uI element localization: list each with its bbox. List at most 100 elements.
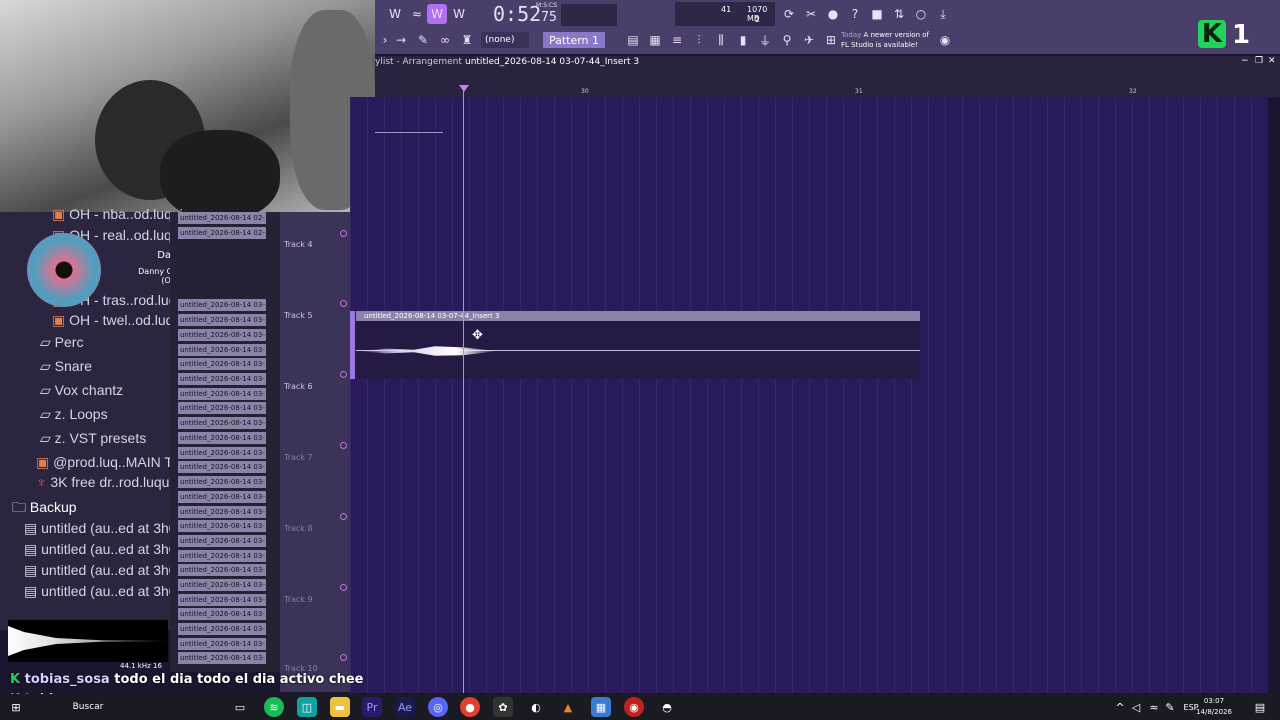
recording-file[interactable]: untitled_2026-08-14 03- <box>178 373 266 385</box>
playhead[interactable] <box>463 86 464 693</box>
mode-icon[interactable]: ≈ <box>407 4 427 24</box>
channel-rack-icon[interactable]: ≡ <box>667 30 687 50</box>
pattern-select[interactable]: Pattern 1 <box>543 32 605 48</box>
after-effects-icon[interactable]: Ae <box>395 697 415 717</box>
track-led[interactable] <box>340 513 347 520</box>
recording-file[interactable]: untitled_2026-08-14 03- <box>178 579 266 591</box>
recording-file[interactable]: untitled_2026-08-14 02- <box>178 212 266 224</box>
app-icon[interactable]: ◫ <box>297 697 317 717</box>
cart-icon[interactable]: ⊞ <box>821 30 841 50</box>
tool-icon[interactable]: ✈ <box>799 30 819 50</box>
browser-item[interactable]: ▣ OH - twel..od.luqui <box>52 312 184 329</box>
export-icon[interactable]: ⇅ <box>889 4 909 24</box>
recording-file[interactable]: untitled_2026-08-14 03- <box>178 358 266 370</box>
recording-file[interactable]: untitled_2026-08-14 03- <box>178 329 266 341</box>
file-explorer-icon[interactable]: ▬ <box>330 697 350 717</box>
recording-file[interactable]: untitled_2026-08-14 03- <box>178 432 266 444</box>
cut-icon[interactable]: ✂ <box>801 4 821 24</box>
playlist-icon[interactable]: ▤ <box>623 30 643 50</box>
help-icon[interactable]: ? <box>845 4 865 24</box>
browser-icon[interactable]: ▮ <box>733 30 753 50</box>
recording-file[interactable]: untitled_2026-08-14 03- <box>178 476 266 488</box>
start-icon[interactable]: ⊞ <box>6 697 26 717</box>
arrangement-name[interactable]: untitled_2026-08-14 03-07-44_Insert 3 <box>465 57 639 67</box>
track-led[interactable] <box>340 654 347 661</box>
folder-backup[interactable]: 🗀 Backup <box>12 497 77 521</box>
app-icon[interactable]: ◓ <box>657 697 677 717</box>
recording-file[interactable]: untitled_2026-08-14 03- <box>178 608 266 620</box>
track-name[interactable]: Track 5 <box>284 311 313 320</box>
folder-vox[interactable]: ▱ Vox chantz <box>40 382 123 399</box>
recording-file[interactable]: untitled_2026-08-14 03- <box>178 520 266 532</box>
recording-file[interactable]: untitled_2026-08-14 03- <box>178 564 266 576</box>
download-icon[interactable]: ⤓ <box>933 4 953 24</box>
chat-icon[interactable]: ○ <box>911 4 931 24</box>
search-box[interactable]: Buscar <box>58 697 118 717</box>
folder-perc[interactable]: ▱ Perc <box>40 334 83 351</box>
recording-file[interactable]: untitled_2026-08-14 03- <box>178 491 266 503</box>
clip-handle[interactable] <box>350 311 355 379</box>
recording-file[interactable]: untitled_2026-08-14 03- <box>178 417 266 429</box>
browser-item[interactable]: ▣ OH - nba..od.luqui <box>52 206 183 223</box>
fl-studio-icon[interactable]: ✿ <box>493 697 513 717</box>
recording-file[interactable]: untitled_2026-08-14 03- <box>178 299 266 311</box>
close-icon[interactable]: ✕ <box>1268 56 1276 66</box>
next-icon[interactable]: → <box>391 30 411 50</box>
discord-icon[interactable]: ◎ <box>428 697 448 717</box>
track-led[interactable] <box>340 371 347 378</box>
recording-file[interactable]: untitled_2026-08-14 03- <box>178 447 266 459</box>
link-icon[interactable]: ∞ <box>435 30 455 50</box>
mic-icon[interactable]: ● <box>823 4 843 24</box>
timeline-ruler[interactable]: 30 31 32 <box>375 69 1280 97</box>
recording-file[interactable]: untitled_2026-08-14 03- <box>178 388 266 400</box>
mixer-icon[interactable]: ⫶ <box>689 30 709 50</box>
recording-file[interactable]: untitled_2026-08-14 03- <box>178 535 266 547</box>
browser-item[interactable]: ▣ @prod.luq..MAIN TAG <box>36 454 192 471</box>
track-name[interactable]: Track 4 <box>284 240 313 249</box>
clock[interactable]: 03:07 14/8/2026 <box>1196 696 1232 718</box>
recording-file[interactable]: untitled_2026-08-14 03- <box>178 344 266 356</box>
minimize-icon[interactable]: − <box>1241 56 1249 66</box>
recording-file[interactable]: untitled_2026-08-14 03- <box>178 623 266 635</box>
recording-file[interactable]: untitled_2026-08-14 03- <box>178 314 266 326</box>
calculator-icon[interactable]: ▦ <box>591 697 611 717</box>
restore-icon[interactable]: ❐ <box>1255 56 1263 66</box>
plugin-icon[interactable]: ⫼ <box>711 30 731 50</box>
folder-loops[interactable]: ▱ z. Loops <box>40 406 108 423</box>
snap-select[interactable]: (none) <box>481 32 529 48</box>
obs-icon[interactable]: ◐ <box>526 697 546 717</box>
playlist-grid[interactable] <box>350 97 1268 693</box>
wand-icon[interactable]: ⚲ <box>777 30 797 50</box>
refresh-icon[interactable]: ⟳ <box>779 4 799 24</box>
recording-file[interactable]: untitled_2026-08-14 03- <box>178 461 266 473</box>
task-view-icon[interactable]: ▭ <box>230 697 250 717</box>
recording-file[interactable]: untitled_2026-08-14 03- <box>178 594 266 606</box>
recording-file[interactable]: untitled_2026-08-14 03- <box>178 638 266 650</box>
backup-file[interactable]: ▤ untitled (au..ed at 3h07) <box>24 520 189 537</box>
recording-file[interactable]: untitled_2026-08-14 02- <box>178 227 266 239</box>
save-icon[interactable]: ■ <box>867 4 887 24</box>
recording-file[interactable]: untitled_2026-08-14 03- <box>178 550 266 562</box>
loop-icon[interactable]: W <box>449 4 469 24</box>
backup-file[interactable]: ▤ untitled (au..ed at 3h04) <box>24 583 189 600</box>
audio-clip-header[interactable]: untitled_2026-08-14 03-07-44_Insert 3 <box>356 311 920 321</box>
premiere-icon[interactable]: Pr <box>362 697 382 717</box>
playhead-marker[interactable] <box>459 85 469 92</box>
backup-file[interactable]: ▤ untitled (au..ed at 3h05) <box>24 562 189 579</box>
piano-roll-icon[interactable]: ▦ <box>645 30 665 50</box>
plug-icon[interactable]: ⏚ <box>755 30 775 50</box>
track-name[interactable]: Track 7 <box>284 453 313 462</box>
vlc-icon[interactable]: ▲ <box>558 697 578 717</box>
track-name[interactable]: Track 9 <box>284 595 313 604</box>
recording-file[interactable]: untitled_2026-08-14 03- <box>178 402 266 414</box>
notifications-icon[interactable]: ▤ <box>1250 697 1270 717</box>
recording-file[interactable]: untitled_2026-08-14 03- <box>178 506 266 518</box>
chrome-icon[interactable]: ● <box>460 697 480 717</box>
backup-file[interactable]: ▤ untitled (au..ed at 3h06) <box>24 541 189 558</box>
wave-icon[interactable]: W <box>385 4 405 24</box>
stamp-icon[interactable]: ♜ <box>457 30 477 50</box>
pen-icon[interactable]: ✎ <box>1160 697 1180 717</box>
folder-vst[interactable]: ▱ z. VST presets <box>40 430 146 447</box>
browser-item[interactable]: ♆ 3K free dr..rod.luqui) <box>36 474 177 490</box>
globe-icon[interactable]: ◉ <box>935 30 955 50</box>
